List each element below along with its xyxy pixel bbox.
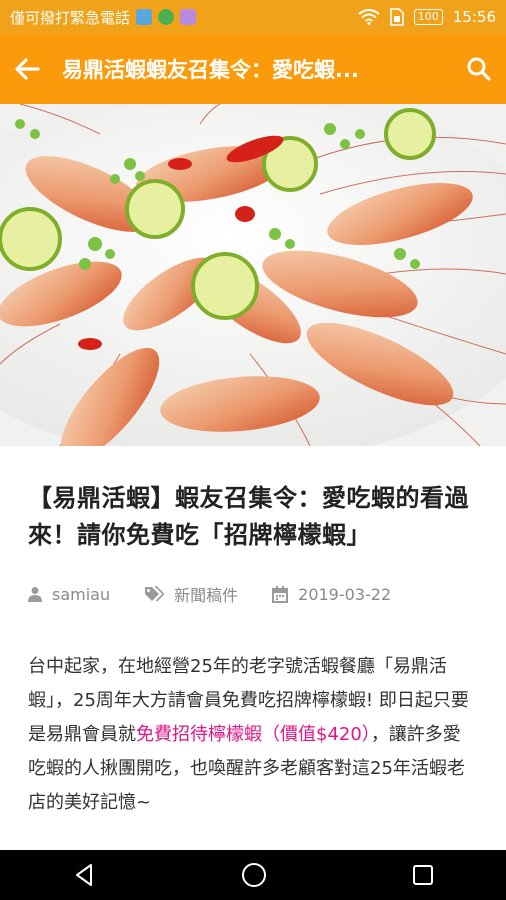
author-name: samiau <box>52 584 111 604</box>
calendar-icon <box>272 585 289 603</box>
status-bar: 僅可撥打緊急電話 100 15:56 <box>0 0 506 34</box>
page-title: 易鼎活蝦蝦友召集令：愛吃蝦... <box>62 58 359 82</box>
battery-icon: 100 <box>413 9 443 25</box>
battery-level: 100 <box>417 10 439 23</box>
nav-recents-icon[interactable] <box>412 864 434 886</box>
carrier-text: 僅可撥打緊急電話 <box>10 8 131 27</box>
article-meta: samiau 新聞稿件 2019-03-22 <box>28 582 478 606</box>
chrome-icon <box>158 9 175 25</box>
user-icon <box>28 587 42 602</box>
search-icon[interactable] <box>466 56 492 82</box>
category-name: 新聞稿件 <box>174 586 239 605</box>
category-meta[interactable]: 新聞稿件 <box>144 582 238 606</box>
nav-home-icon[interactable] <box>241 862 267 888</box>
app-icon <box>180 9 197 25</box>
author-meta[interactable]: samiau <box>28 585 110 604</box>
article-title: 【易鼎活蝦】蝦友召集令：愛吃蝦的看過來！請你免費吃「招牌檸檬蝦」 <box>28 484 469 549</box>
sim-icon <box>389 8 404 26</box>
photo-icon <box>136 9 153 25</box>
system-nav-bar <box>0 850 506 900</box>
back-arrow-icon[interactable] <box>14 57 40 81</box>
app-bar: 易鼎活蝦蝦友召集令：愛吃蝦... <box>0 34 506 104</box>
article: 【易鼎活蝦】蝦友召集令：愛吃蝦的看過來！請你免費吃「招牌檸檬蝦」 samiau … <box>0 446 506 820</box>
date-meta: 2019-03-22 <box>272 585 391 604</box>
highlight-offer: 免費招待檸檬蝦（價值$420） <box>136 724 371 745</box>
clock: 15:56 <box>452 8 496 26</box>
tags-icon <box>145 586 165 602</box>
nav-back-icon[interactable] <box>72 863 96 887</box>
wifi-icon <box>358 9 380 25</box>
article-body: 台中起家，在地經營25年的老字號活蝦餐廳「易鼎活蝦」，25周年大方請會員免費吃招… <box>28 650 478 820</box>
article-hero-image <box>0 104 506 446</box>
publish-date: 2019-03-22 <box>298 584 392 604</box>
